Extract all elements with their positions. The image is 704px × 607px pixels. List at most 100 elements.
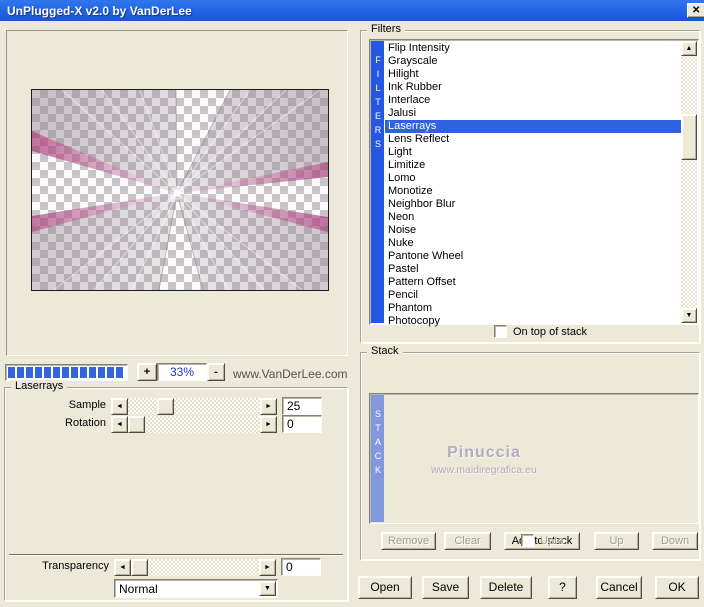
zoom-level-display: 33% bbox=[157, 363, 207, 381]
filters-group-label: Filters bbox=[367, 23, 405, 36]
filter-list-item[interactable]: Pencil bbox=[385, 289, 681, 302]
watermark-url: www.maidiregrafica.eu bbox=[431, 464, 537, 476]
sample-left-arrow-icon[interactable]: ◄ bbox=[111, 398, 128, 415]
upto-checkbox[interactable] bbox=[521, 534, 534, 547]
preview-image[interactable] bbox=[31, 89, 329, 291]
watermark-name: Pinuccia bbox=[447, 444, 521, 461]
progress-bar bbox=[5, 364, 128, 381]
down-button[interactable]: Down bbox=[652, 532, 698, 550]
zoom-in-button[interactable]: + bbox=[137, 363, 157, 381]
filter-list-item[interactable]: Interlace bbox=[385, 94, 681, 107]
filter-list-item[interactable]: Neon bbox=[385, 211, 681, 224]
filter-list-item[interactable]: Ink Rubber bbox=[385, 81, 681, 94]
title-bar[interactable]: UnPlugged-X v2.0 by VanDerLee bbox=[0, 0, 704, 21]
rotation-right-arrow-icon[interactable]: ► bbox=[260, 416, 277, 433]
zoom-out-button[interactable]: - bbox=[207, 363, 225, 381]
progress-segment bbox=[26, 367, 33, 378]
footer-button[interactable]: Cancel bbox=[596, 576, 642, 599]
progress-segment bbox=[116, 367, 123, 378]
blend-mode-value: Normal bbox=[119, 582, 158, 596]
on-top-of-stack-label: On top of stack bbox=[513, 325, 587, 338]
filter-listbox[interactable]: FILTERS Flip Intensity Grayscale Hilight… bbox=[369, 39, 699, 328]
progress-segment bbox=[8, 367, 15, 378]
scrollbar-thumb[interactable] bbox=[681, 114, 697, 160]
rotation-slider-thumb[interactable] bbox=[128, 416, 145, 433]
sample-slider-track[interactable] bbox=[128, 398, 260, 415]
on-top-of-stack-checkbox[interactable] bbox=[494, 325, 507, 338]
transparency-slider-thumb[interactable] bbox=[131, 559, 148, 576]
progress-segment bbox=[17, 367, 24, 378]
progress-segment bbox=[80, 367, 87, 378]
filter-list-item[interactable]: Monotize bbox=[385, 185, 681, 198]
filter-list-item[interactable]: Laserrays bbox=[385, 120, 681, 133]
footer-button[interactable]: Save bbox=[422, 576, 469, 599]
filter-list-item[interactable]: Lens Reflect bbox=[385, 133, 681, 146]
rotation-value-input[interactable]: 0 bbox=[282, 415, 322, 433]
window-title: UnPlugged-X v2.0 by VanDerLee bbox=[7, 3, 192, 18]
filter-list: Flip Intensity Grayscale Hilight Ink Rub… bbox=[385, 42, 681, 328]
laserrays-params-group: Laserrays Sample ◄ ► 25 Rotation ◄ ► 0 T… bbox=[4, 380, 348, 601]
unplugged-x-dialog: UnPlugged-X v2.0 by VanDerLee ✕ + 33% - … bbox=[0, 0, 704, 607]
filter-list-item[interactable]: Noise bbox=[385, 224, 681, 237]
scroll-down-icon[interactable]: ▼ bbox=[681, 308, 697, 323]
close-icon: ✕ bbox=[692, 5, 701, 16]
close-button[interactable]: ✕ bbox=[687, 3, 704, 18]
stack-group-label: Stack bbox=[367, 345, 403, 358]
blend-mode-select[interactable]: Normal ▼ bbox=[114, 579, 278, 598]
progress-segment bbox=[98, 367, 105, 378]
preview-panel bbox=[6, 30, 348, 356]
progress-segment bbox=[89, 367, 96, 378]
remove-button[interactable]: Remove bbox=[381, 532, 436, 550]
progress-segment bbox=[62, 367, 69, 378]
filter-list-item[interactable]: Hilight bbox=[385, 68, 681, 81]
sample-right-arrow-icon[interactable]: ► bbox=[260, 398, 277, 415]
stack-group: Stack Add to stack STACK Pinuccia www.ma… bbox=[360, 345, 700, 560]
stack-listbox[interactable]: STACK Pinuccia www.maidiregrafica.eu bbox=[369, 393, 699, 524]
filter-list-item[interactable]: Lomo bbox=[385, 172, 681, 185]
filter-list-item[interactable]: Pantone Wheel bbox=[385, 250, 681, 263]
rotation-label: Rotation bbox=[65, 417, 106, 429]
filter-list-item[interactable]: Neighbor Blur bbox=[385, 198, 681, 211]
filter-list-item[interactable]: Phantom bbox=[385, 302, 681, 315]
transparency-left-arrow-icon[interactable]: ◄ bbox=[114, 559, 131, 576]
transparency-value-input[interactable]: 0 bbox=[281, 558, 321, 576]
filter-list-item[interactable]: Flip Intensity bbox=[385, 42, 681, 55]
footer-button[interactable]: Open bbox=[358, 576, 412, 599]
rotation-left-arrow-icon[interactable]: ◄ bbox=[111, 416, 128, 433]
params-separator bbox=[9, 554, 343, 556]
footer-button[interactable]: Delete bbox=[480, 576, 532, 599]
progress-segment bbox=[44, 367, 51, 378]
upto-label: Upto bbox=[540, 534, 564, 547]
stack-strip-label: STACK bbox=[371, 395, 384, 522]
transparency-right-arrow-icon[interactable]: ► bbox=[259, 559, 276, 576]
sample-slider-thumb[interactable] bbox=[157, 398, 174, 415]
progress-segment bbox=[53, 367, 60, 378]
filter-list-item[interactable]: Nuke bbox=[385, 237, 681, 250]
progress-segment bbox=[35, 367, 42, 378]
filter-list-item[interactable]: Limitize bbox=[385, 159, 681, 172]
chevron-down-icon: ▼ bbox=[264, 585, 271, 592]
scroll-up-icon[interactable]: ▲ bbox=[681, 41, 697, 56]
filter-list-item[interactable]: Pastel bbox=[385, 263, 681, 276]
rotation-slider-track[interactable] bbox=[128, 416, 260, 433]
vendor-website-label: www.VanDerLee.com bbox=[233, 367, 348, 381]
filter-list-item[interactable]: Grayscale bbox=[385, 55, 681, 68]
transparency-slider-track[interactable] bbox=[131, 559, 259, 576]
sample-value-input[interactable]: 25 bbox=[282, 397, 322, 415]
filter-list-item[interactable]: Pattern Offset bbox=[385, 276, 681, 289]
transparency-label: Transparency bbox=[42, 560, 109, 572]
filters-strip-label: FILTERS bbox=[371, 41, 384, 323]
filter-list-item[interactable]: Light bbox=[385, 146, 681, 159]
filter-scrollbar[interactable]: ▲ ▼ bbox=[681, 41, 697, 323]
footer-button[interactable]: OK bbox=[655, 576, 699, 599]
progress-segment bbox=[71, 367, 78, 378]
footer-button[interactable]: ? bbox=[548, 576, 577, 599]
filter-list-item[interactable]: Jalusi bbox=[385, 107, 681, 120]
progress-segment bbox=[107, 367, 114, 378]
watermark: Pinuccia www.maidiregrafica.eu bbox=[384, 444, 584, 476]
combo-dropdown-button[interactable]: ▼ bbox=[259, 581, 276, 596]
clear-button[interactable]: Clear bbox=[444, 532, 491, 550]
up-button[interactable]: Up bbox=[594, 532, 639, 550]
laser-rays-graphic bbox=[32, 90, 328, 290]
laserrays-group-label: Laserrays bbox=[11, 380, 68, 393]
